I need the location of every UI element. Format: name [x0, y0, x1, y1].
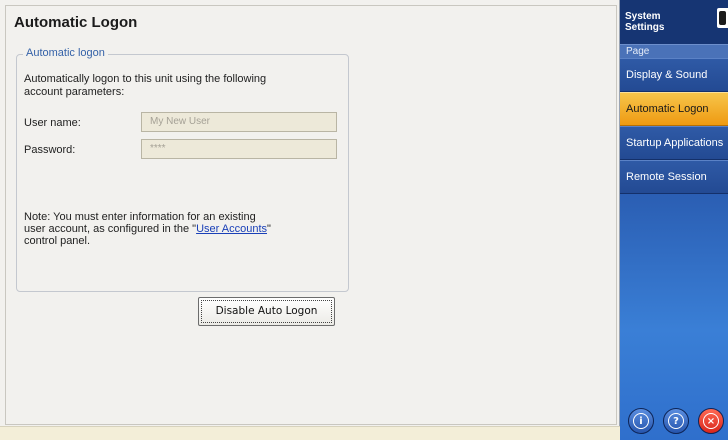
description-line-1: Automatically logon to this unit using t…: [24, 73, 267, 85]
username-input[interactable]: My New User: [141, 112, 337, 132]
close-button[interactable]: ×: [698, 408, 724, 434]
nav-item-startup-applications[interactable]: Startup Applications: [620, 126, 728, 160]
note-line-2-suffix: ": [267, 223, 271, 235]
nav-item-remote-session[interactable]: Remote Session: [620, 160, 728, 194]
device-logo-icon: [717, 8, 728, 28]
nav-item-display-sound[interactable]: Display & Sound: [620, 58, 728, 92]
username-label: User name:: [24, 117, 81, 129]
nav-title-line-2: Settings: [625, 22, 665, 33]
disable-auto-logon-button[interactable]: Disable Auto Logon: [198, 297, 335, 326]
password-input[interactable]: ****: [141, 139, 337, 159]
nav-title-line-1: System: [625, 11, 661, 22]
help-button[interactable]: ?: [663, 408, 689, 434]
help-icon: ?: [668, 413, 684, 429]
close-icon: ×: [703, 413, 719, 429]
nav-header: System Settings: [620, 0, 728, 44]
content-area: Automatic Logon Automatic logon Automati…: [5, 5, 617, 425]
page-title: Automatic Logon: [14, 14, 138, 31]
note-line-2-prefix: user account, as configured in the ": [24, 223, 197, 235]
note-line-1: Note: You must enter information for an …: [24, 211, 256, 223]
note-line-3: control panel.: [24, 235, 91, 247]
main-panel: Automatic Logon Automatic logon Automati…: [0, 0, 620, 440]
automatic-logon-groupbox: Automatic logon Automatically logon to t…: [16, 47, 349, 326]
status-strip: [0, 426, 620, 440]
system-settings-nav: System Settings Page Display & Sound Aut…: [620, 0, 728, 440]
user-accounts-link[interactable]: User Accounts: [196, 223, 267, 235]
info-button[interactable]: i: [628, 408, 654, 434]
description-text: Automatically logon to this unit using t…: [24, 73, 324, 99]
note-line-2: user account, as configured in the "User…: [24, 223, 324, 235]
password-label: Password:: [24, 144, 76, 156]
info-icon: i: [633, 413, 649, 429]
description-line-2: account parameters:: [24, 86, 125, 98]
nav-section-label: Page: [620, 44, 728, 58]
nav-item-automatic-logon[interactable]: Automatic Logon: [620, 92, 728, 126]
note-text: Note: You must enter information for an …: [24, 211, 324, 247]
nav-title: System Settings: [625, 11, 664, 33]
groupbox-legend: Automatic logon: [23, 47, 108, 59]
